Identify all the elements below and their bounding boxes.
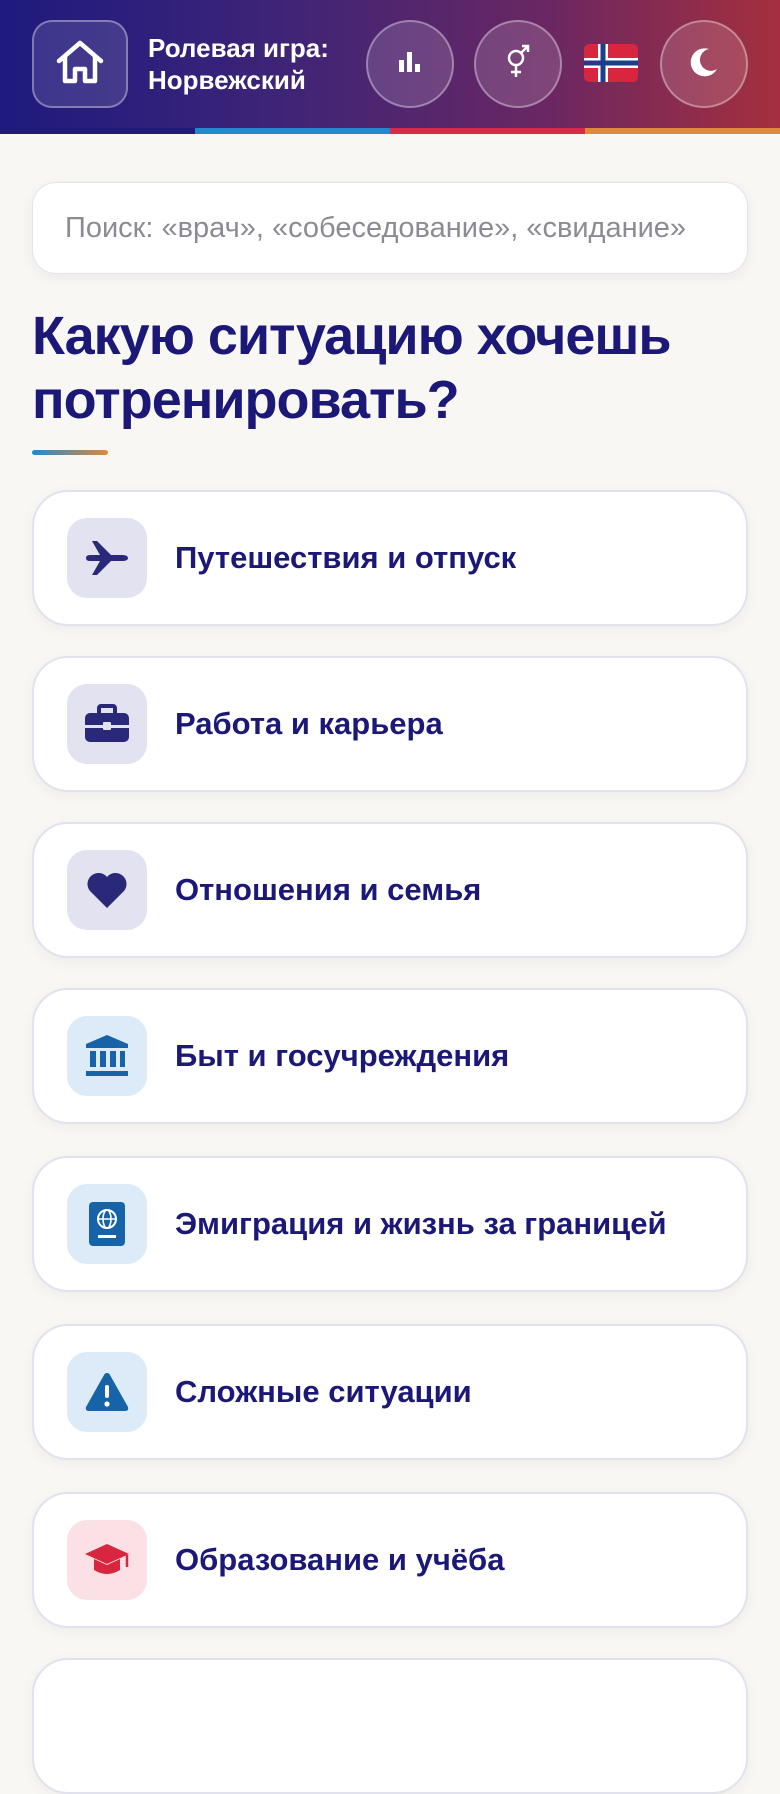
header-color-stripe: [0, 128, 780, 134]
category-label: Быт и госучреждения: [175, 1038, 510, 1073]
warning-icon: [67, 1352, 147, 1432]
search-input[interactable]: [65, 211, 715, 245]
category-label: Сложные ситуации: [175, 1374, 472, 1409]
category-card-emigration[interactable]: Эмиграция и жизнь за границей: [32, 1156, 748, 1292]
language-flag-button[interactable]: [584, 44, 638, 82]
title-underline: [32, 450, 108, 455]
page-title: Какую ситуацию хочешь потренировать?: [32, 306, 672, 430]
category-card-travel[interactable]: Путешествия и отпуск: [32, 490, 748, 626]
graduation-cap-icon: [67, 1520, 147, 1600]
category-label: Образование и учёба: [175, 1542, 505, 1577]
stats-icon: [397, 50, 423, 79]
theme-toggle-button[interactable]: [660, 20, 748, 108]
passport-icon: [67, 1184, 147, 1264]
airplane-icon: [67, 518, 147, 598]
briefcase-icon: [67, 684, 147, 764]
app-title-line1: Ролевая игра:: [148, 33, 329, 63]
category-card-education[interactable]: Образование и учёба: [32, 1492, 748, 1628]
category-label: Работа и карьера: [175, 706, 443, 741]
category-card-daily-life[interactable]: Быт и госучреждения: [32, 988, 748, 1124]
home-button[interactable]: [32, 20, 128, 108]
heart-icon: [67, 850, 147, 930]
home-icon: [55, 39, 105, 90]
category-label: Отношения и семья: [175, 872, 482, 907]
category-label: Эмиграция и жизнь за границей: [175, 1206, 667, 1241]
app-title: Ролевая игра: Норвежский: [148, 32, 348, 96]
stats-button[interactable]: [366, 20, 454, 108]
category-card-next[interactable]: [32, 1658, 748, 1794]
search-box[interactable]: [32, 182, 748, 274]
moon-icon: [687, 45, 721, 84]
app-header: Ролевая игра: Норвежский: [0, 0, 780, 128]
category-label: Путешествия и отпуск: [175, 540, 517, 575]
bank-icon: [67, 1016, 147, 1096]
norway-flag-icon: [584, 44, 638, 86]
app-title-line2: Норвежский: [148, 65, 306, 95]
gender-button[interactable]: [474, 20, 562, 108]
category-card-relationships[interactable]: Отношения и семья: [32, 822, 748, 958]
category-card-work[interactable]: Работа и карьера: [32, 656, 748, 792]
gender-icon: [504, 44, 532, 85]
category-card-difficult[interactable]: Сложные ситуации: [32, 1324, 748, 1460]
